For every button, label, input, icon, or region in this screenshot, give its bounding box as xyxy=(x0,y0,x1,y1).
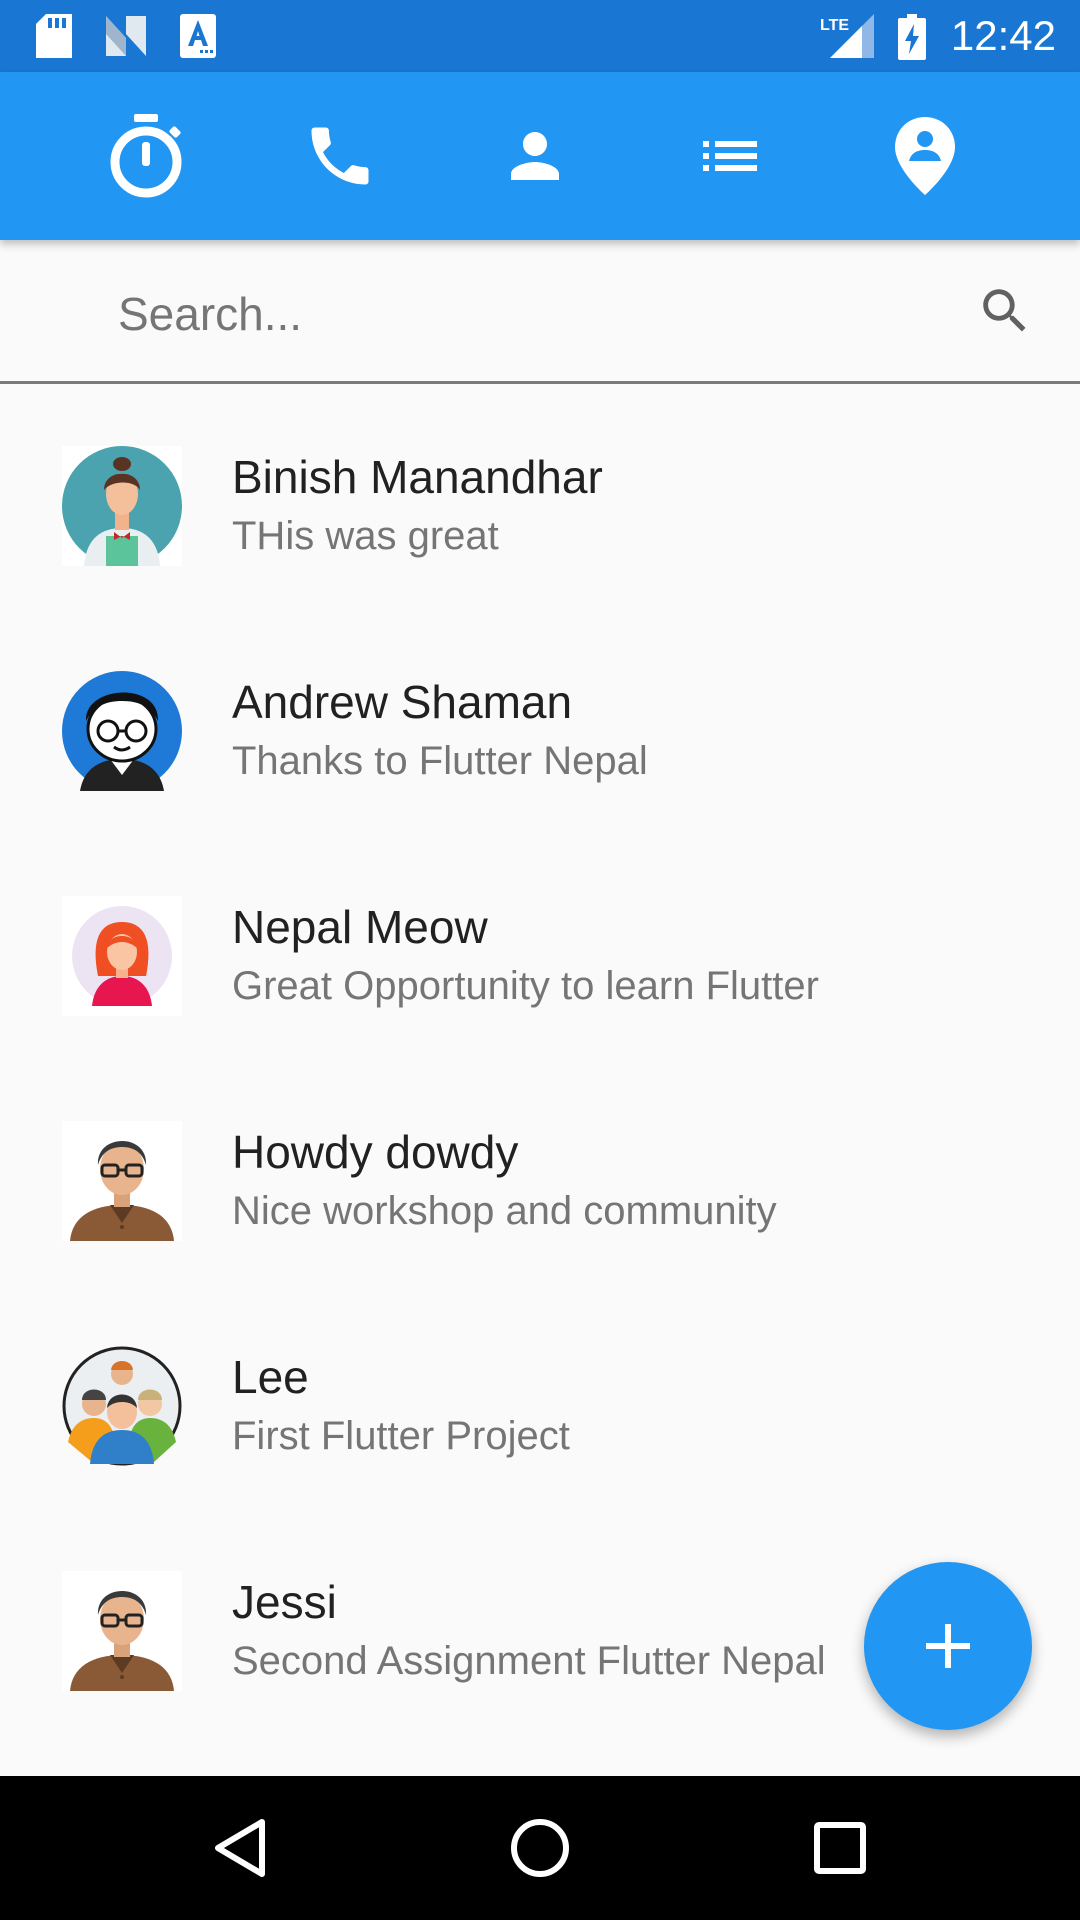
back-triangle-icon xyxy=(215,1819,265,1877)
avatar xyxy=(62,1346,182,1466)
contact-name: Binish Manandhar xyxy=(232,451,603,503)
sd-card-icon xyxy=(36,14,72,58)
contact-message: Nice workshop and community xyxy=(232,1189,777,1233)
tab-person[interactable] xyxy=(475,96,595,216)
avatar xyxy=(62,671,182,791)
location-person-icon xyxy=(895,117,955,195)
contact-name: Howdy dowdy xyxy=(232,1126,519,1178)
contact-name: Lee xyxy=(232,1351,309,1403)
search-input[interactable] xyxy=(118,282,938,346)
system-nav-bar xyxy=(0,1776,1080,1920)
contact-message: Second Assignment Flutter Nepal xyxy=(232,1639,826,1683)
avatar xyxy=(62,896,182,1016)
back-button[interactable] xyxy=(168,1776,312,1920)
tab-list[interactable] xyxy=(670,96,790,216)
list-item[interactable]: Nepal Meow Great Opportunity to learn Fl… xyxy=(0,834,1080,1059)
list-item[interactable]: Lee First Flutter Project xyxy=(0,1284,1080,1509)
tab-phone[interactable] xyxy=(280,96,400,216)
status-bar: LTE 12:42 xyxy=(0,0,1080,72)
app-bar-tabs xyxy=(0,72,1080,240)
battery-charging-icon xyxy=(898,14,926,60)
list-icon xyxy=(703,141,757,171)
n-logo-icon xyxy=(106,16,146,56)
add-icon xyxy=(926,1624,970,1668)
contact-message: First Flutter Project xyxy=(232,1414,570,1458)
contact-message: Great Opportunity to learn Flutter xyxy=(232,964,819,1008)
timer-icon xyxy=(110,114,182,198)
svg-text:LTE: LTE xyxy=(820,17,849,34)
screen: LTE 12:42 Search... Binish Manandhar THi… xyxy=(0,0,1080,1920)
contact-message: Thanks to Flutter Nepal xyxy=(232,739,648,783)
font-a-icon xyxy=(180,14,216,58)
tab-timer[interactable] xyxy=(86,96,206,216)
contact-name: Nepal Meow xyxy=(232,901,488,953)
list-item[interactable]: Andrew Shaman Thanks to Flutter Nepal xyxy=(0,609,1080,834)
contact-name: Andrew Shaman xyxy=(232,676,573,728)
status-clock: 12:42 xyxy=(950,12,1056,59)
home-circle-icon xyxy=(511,1819,569,1877)
avatar xyxy=(62,446,182,566)
contact-list: Binish Manandhar THis was great Andrew S… xyxy=(0,384,1080,1734)
avatar xyxy=(62,1571,182,1691)
recents-button[interactable] xyxy=(768,1776,912,1920)
home-button[interactable] xyxy=(468,1776,612,1920)
search-bar xyxy=(0,240,1080,384)
add-button[interactable] xyxy=(864,1562,1032,1730)
contact-name: Jessi xyxy=(232,1576,337,1628)
person-icon xyxy=(511,132,559,180)
lte-signal-icon: LTE xyxy=(820,14,874,58)
avatar xyxy=(62,1121,182,1241)
phone-icon xyxy=(311,127,369,185)
search-icon[interactable] xyxy=(976,282,1034,340)
list-item[interactable]: Howdy dowdy Nice workshop and community xyxy=(0,1059,1080,1284)
list-item[interactable]: Binish Manandhar THis was great xyxy=(0,384,1080,609)
tab-location[interactable] xyxy=(865,96,985,216)
contact-message: THis was great xyxy=(232,514,499,558)
recents-square-icon xyxy=(814,1822,866,1874)
